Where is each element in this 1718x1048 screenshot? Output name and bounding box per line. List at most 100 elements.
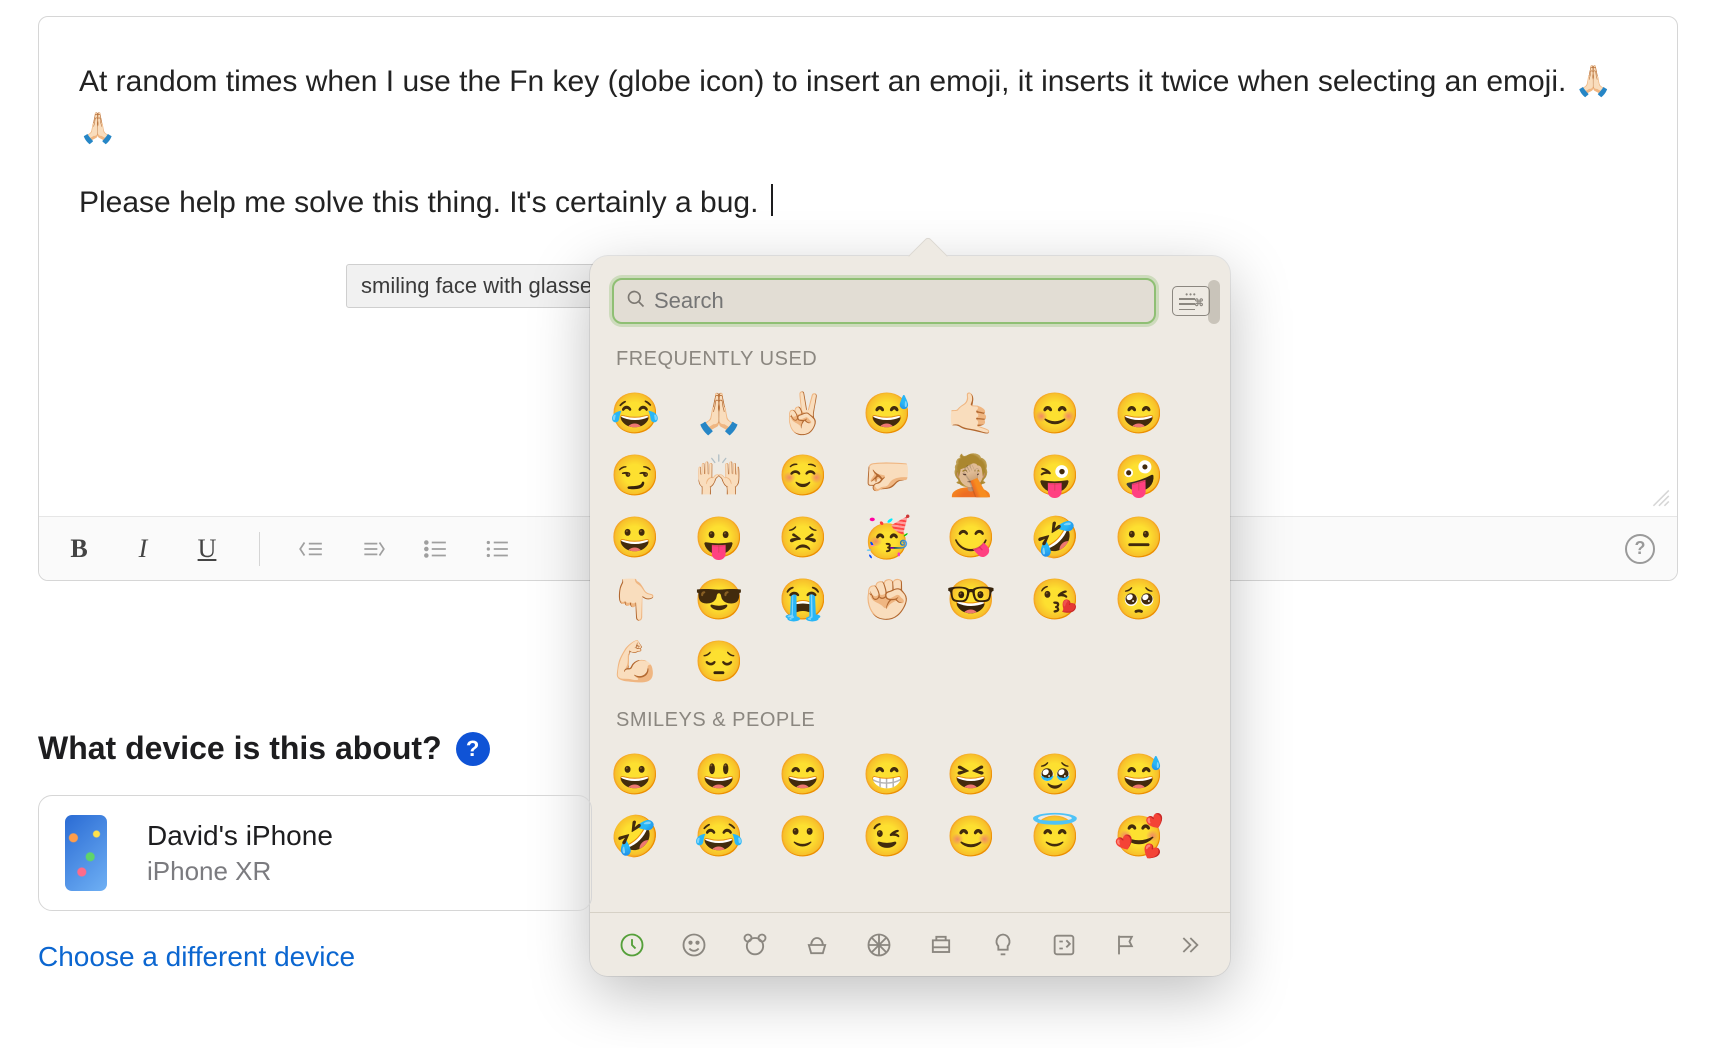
emoji-cell[interactable]: 😁	[862, 750, 912, 800]
emoji-cell[interactable]: 😆	[946, 750, 996, 800]
category-recent[interactable]	[616, 928, 648, 962]
emoji-cell[interactable]: 🙂	[778, 812, 828, 862]
emoji-row: 😀 😛 😣 🥳 😋 🤣 😐	[610, 507, 1210, 569]
emoji-row: 😂 🙏🏻 ✌🏻 😅 🤙🏻 😊 😄	[610, 383, 1210, 445]
category-symbols[interactable]	[1049, 928, 1081, 962]
emoji-cell[interactable]: 🥺	[1114, 575, 1164, 625]
emoji-cell[interactable]: ☺️	[778, 451, 828, 501]
indent-button[interactable]	[356, 532, 390, 566]
emoji-cell[interactable]: 🙌🏻	[694, 451, 744, 501]
emoji-cell[interactable]: 😘	[1030, 575, 1080, 625]
italic-button[interactable]: I	[125, 531, 161, 567]
emoji-cell[interactable]: 😣	[778, 513, 828, 563]
emoji-cell[interactable]: 😃	[694, 750, 744, 800]
emoji-cell[interactable]: 😇	[1030, 812, 1080, 862]
text-caret	[771, 184, 773, 216]
emoji-cell[interactable]: 😄	[778, 750, 828, 800]
category-smileys[interactable]	[678, 928, 710, 962]
emoji-cell[interactable]: 🤣	[610, 812, 660, 862]
category-objects[interactable]	[987, 928, 1019, 962]
emoji-row: 😀 😃 😄 😁 😆 🥹 😅	[610, 744, 1210, 806]
device-heading-row: What device is this about? ?	[38, 730, 592, 767]
category-activity[interactable]	[863, 928, 895, 962]
frequently-used-grid: 😂 🙏🏻 ✌🏻 😅 🤙🏻 😊 😄 😏 🙌🏻 ☺️ 🤛🏻 🤦🏼 😜 🤪 😀 😛 😣 🥳 😋 🤣 😐 👇🏻 😎 😭 ✊🏻 🤓 😘 🥺 💪🏻 😔	[590, 377, 1230, 699]
smileys-people-label: SMILEYS & PEOPLE	[590, 699, 1230, 738]
editor-paragraph-2: Please help me solve this thing. It's ce…	[79, 180, 1637, 227]
emoji-cell[interactable]: 👇🏻	[610, 575, 660, 625]
underline-button[interactable]: U	[189, 531, 225, 567]
emoji-cell[interactable]: 🙏🏻	[694, 389, 744, 439]
emoji-cell[interactable]: 😅	[862, 389, 912, 439]
emoji-row: 💪🏻 😔	[610, 631, 1210, 693]
category-bar	[590, 912, 1230, 976]
bold-button[interactable]: B	[61, 531, 97, 567]
editor-help-button[interactable]: ?	[1625, 534, 1655, 564]
emoji-cell[interactable]: 😏	[610, 451, 660, 501]
emoji-cell[interactable]: 😄	[1114, 389, 1164, 439]
device-thumbnail-icon	[65, 815, 107, 891]
category-more[interactable]	[1172, 928, 1204, 962]
emoji-picker: ••• ⌘ FREQUENTLY USED 😂 🙏🏻 ✌🏻 😅 🤙🏻 😊 😄 😏 🙌🏻 ☺️ 🤛🏻 🤦…	[590, 256, 1230, 976]
emoji-cell[interactable]: ✌🏻	[778, 389, 828, 439]
emoji-cell[interactable]: 🤙🏻	[946, 389, 996, 439]
outdent-button[interactable]	[294, 532, 328, 566]
emoji-search-input[interactable]	[654, 288, 1142, 314]
device-card[interactable]: David's iPhone iPhone XR	[38, 795, 592, 911]
emoji-cell[interactable]: 🤛🏻	[862, 451, 912, 501]
emoji-row: 😏 🙌🏻 ☺️ 🤛🏻 🤦🏼 😜 🤪	[610, 445, 1210, 507]
category-flags[interactable]	[1110, 928, 1142, 962]
emoji-cell[interactable]: 😜	[1030, 451, 1080, 501]
smileys-people-grid: 😀 😃 😄 😁 😆 🥹 😅 🤣 😂 🙂 😉 😊 😇 🥰	[590, 738, 1230, 874]
category-food[interactable]	[801, 928, 833, 962]
device-heading: What device is this about?	[38, 730, 442, 767]
emoji-cell[interactable]: 😐	[1114, 513, 1164, 563]
emoji-cell[interactable]: 😀	[610, 750, 660, 800]
character-viewer-button[interactable]: ••• ⌘	[1172, 286, 1210, 316]
emoji-cell[interactable]: 😔	[694, 637, 744, 687]
emoji-cell[interactable]: 🤓	[946, 575, 996, 625]
device-section: What device is this about? ? David's iPh…	[38, 730, 592, 973]
emoji-cell[interactable]: 😂	[610, 389, 660, 439]
emoji-cell[interactable]: 🥳	[862, 513, 912, 563]
emoji-cell[interactable]: 😊	[1030, 389, 1080, 439]
emoji-cell[interactable]: 😎	[694, 575, 744, 625]
picker-header: ••• ⌘	[590, 256, 1230, 338]
editor-text-1: At random times when I use the Fn key (g…	[79, 65, 1575, 98]
emoji-tooltip: smiling face with glasses	[346, 264, 618, 308]
category-animals[interactable]	[740, 928, 772, 962]
emoji-cell[interactable]: 🥰	[1114, 812, 1164, 862]
category-travel[interactable]	[925, 928, 957, 962]
emoji-cell[interactable]: ✊🏻	[862, 575, 912, 625]
numbered-list-button[interactable]	[480, 532, 514, 566]
frequently-used-label: FREQUENTLY USED	[590, 338, 1230, 377]
emoji-cell[interactable]: 😀	[610, 513, 660, 563]
device-model: iPhone XR	[147, 856, 333, 887]
resize-handle-icon[interactable]	[1649, 486, 1671, 508]
emoji-row: 🤣 😂 🙂 😉 😊 😇 🥰	[610, 806, 1210, 868]
choose-different-device-link[interactable]: Choose a different device	[38, 941, 592, 973]
emoji-row: 👇🏻 😎 😭 ✊🏻 🤓 😘 🥺	[610, 569, 1210, 631]
emoji-cell[interactable]: 🥹	[1030, 750, 1080, 800]
emoji-search-field[interactable]	[612, 278, 1156, 324]
search-icon	[626, 289, 646, 314]
emoji-cell[interactable]: 🤣	[1030, 513, 1080, 563]
emoji-cell[interactable]: 😂	[694, 812, 744, 862]
emoji-cell[interactable]: 😭	[778, 575, 828, 625]
viewer-x-glyph: ⌘	[1194, 298, 1204, 309]
viewer-bars-icon	[1179, 298, 1195, 310]
toolbar-separator	[259, 532, 260, 566]
device-name: David's iPhone	[147, 820, 333, 852]
bullet-list-button[interactable]	[418, 532, 452, 566]
editor-paragraph-1: At random times when I use the Fn key (g…	[79, 59, 1637, 152]
device-text: David's iPhone iPhone XR	[147, 820, 333, 887]
emoji-cell[interactable]: 😅	[1114, 750, 1164, 800]
emoji-cell[interactable]: 😊	[946, 812, 996, 862]
device-info-button[interactable]: ?	[456, 732, 490, 766]
emoji-cell[interactable]: 💪🏻	[610, 637, 660, 687]
emoji-cell[interactable]: 😉	[862, 812, 912, 862]
emoji-cell[interactable]: 🤪	[1114, 451, 1164, 501]
emoji-cell[interactable]: 😛	[694, 513, 744, 563]
emoji-cell[interactable]: 😋	[946, 513, 996, 563]
editor-text-2: Please help me solve this thing. It's ce…	[79, 186, 767, 219]
emoji-cell[interactable]: 🤦🏼	[946, 451, 996, 501]
